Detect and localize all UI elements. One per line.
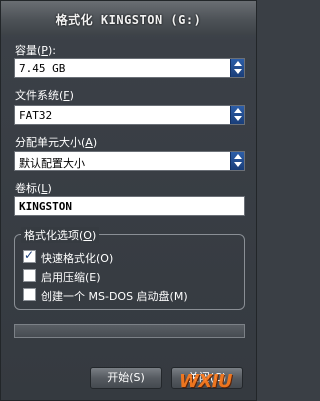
format-options-label: 格式化选项(O) — [21, 227, 100, 243]
allocation-select[interactable]: 默认配置大小 — [14, 151, 245, 171]
filesystem-select[interactable]: FAT32 — [14, 105, 245, 125]
volume-label: 卷标(L) — [15, 182, 52, 195]
checkbox-label: 创建一个 MS-DOS 启动盘(M) — [41, 290, 188, 303]
title-bar[interactable]: 格式化 KINGSTON (G:) — [1, 1, 256, 35]
volume-value: KINGSTON — [19, 200, 72, 213]
checkbox-label: 启用压缩(E) — [41, 271, 101, 284]
checkbox-box[interactable]: ✓ — [23, 248, 36, 263]
capacity-select[interactable]: 7.45 GB — [14, 58, 245, 78]
format-progress-bar — [14, 324, 245, 338]
format-dialog: 格式化 KINGSTON (G:) 容量(P): 7.45 GB 文件系统(F)… — [0, 0, 257, 401]
volume-input[interactable]: KINGSTON — [14, 196, 245, 216]
filesystem-label: 文件系统(F) — [15, 89, 74, 102]
spinner-arrows-icon[interactable] — [230, 59, 244, 77]
window-title: 格式化 KINGSTON (G:) — [55, 13, 202, 27]
checkmark-icon: ✓ — [24, 248, 35, 262]
spinner-arrows-icon[interactable] — [230, 152, 244, 170]
allocation-label: 分配单元大小(A) — [15, 136, 98, 149]
allocation-value: 默认配置大小 — [19, 157, 85, 170]
site-watermark-logo: WXIU — [179, 371, 233, 392]
capacity-label: 容量(P): — [15, 44, 56, 57]
capacity-value: 7.45 GB — [19, 62, 66, 75]
checkbox-box[interactable] — [23, 288, 36, 301]
spinner-arrows-icon[interactable] — [230, 106, 244, 124]
checkbox-label: 快速格式化(O) — [41, 252, 114, 265]
filesystem-value: FAT32 — [19, 109, 53, 122]
checkbox-box[interactable] — [23, 269, 36, 282]
start-button[interactable]: 开始(S) — [90, 367, 162, 389]
